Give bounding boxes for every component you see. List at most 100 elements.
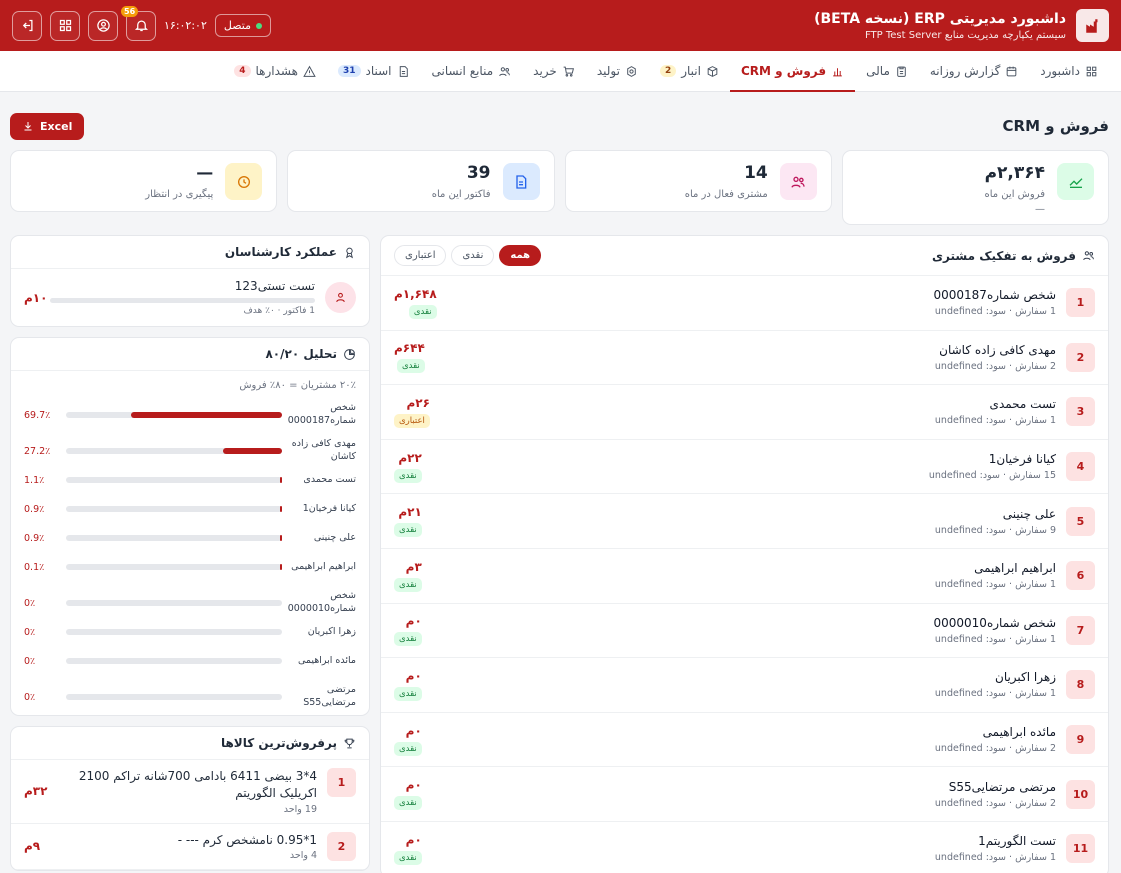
customer-meta: 2 سفارش · سود: undefined	[934, 743, 1056, 755]
tab-purchase[interactable]: خرید	[522, 51, 586, 91]
pareto-bar-fill	[279, 506, 282, 512]
tab-sales-crm[interactable]: فروش و CRM	[729, 51, 856, 92]
kpi-value: 39	[466, 163, 491, 183]
filter-all[interactable]: همه	[499, 245, 542, 266]
customer-row[interactable]: 8 زهرا اکبریان 1 سفارش · سود: undefined …	[381, 658, 1108, 713]
tab-label: فروش و CRM	[740, 64, 827, 78]
rank-badge: 6	[1066, 561, 1095, 591]
customer-row[interactable]: 6 ابراهیم ابراهیمی 1 سفارش · سود: undefi…	[381, 549, 1108, 604]
customer-row[interactable]: 11 تست الگوریتم1 1 سفارش · سود: undefine…	[381, 822, 1108, 873]
users-icon	[499, 66, 511, 76]
tab-production[interactable]: تولید	[586, 51, 649, 91]
pareto-customer-name: شخص شماره0000010	[287, 590, 356, 614]
customer-name: تست محمدی	[989, 397, 1056, 412]
user-icon	[336, 292, 345, 303]
apps-button[interactable]	[50, 10, 80, 41]
export-excel-button[interactable]: Excel	[10, 112, 85, 140]
expert-name: تست تستی123	[234, 279, 315, 293]
pareto-bar-fill	[279, 477, 282, 483]
expert-row[interactable]: تست تستی123 1 فاکتور · ۰٪ هدف ۱۰م	[11, 269, 369, 326]
customer-row[interactable]: 1 شخص شماره0000187 1 سفارش · سود: undefi…	[381, 276, 1108, 331]
customer-row[interactable]: 7 شخص شماره0000010 1 سفارش · سود: undefi…	[381, 604, 1108, 659]
pareto-percent: 69.7٪	[24, 409, 51, 421]
apps-grid-icon	[59, 19, 71, 32]
payment-type-tag: نقدی	[394, 577, 422, 592]
pareto-percent: 0٪	[24, 626, 36, 638]
pareto-customer-name: مهدی کافی زاده کاشان	[291, 438, 356, 462]
pareto-row: کیانا فرخیان1 0.9٪	[11, 491, 369, 527]
payment-type-tag: اعتباری	[394, 413, 430, 428]
expert-amount: ۱۰م	[24, 290, 48, 305]
filter-credit[interactable]: اعتباری	[394, 245, 447, 266]
customer-row[interactable]: 10 مرتضی مرتضاییS55 2 سفارش · سود: undef…	[381, 767, 1108, 822]
tab-documents[interactable]: اسناد 31	[327, 51, 421, 91]
tab-dashboard[interactable]: داشبورد	[1029, 51, 1109, 91]
pareto-bar-fill	[131, 412, 282, 418]
tab-hr[interactable]: منابع انسانی	[421, 51, 523, 91]
document-icon	[399, 65, 408, 77]
box-icon	[707, 65, 718, 77]
customer-amount: ۰م	[405, 723, 422, 738]
panel-title: فروش به تفکیک مشتری	[932, 249, 1095, 263]
product-amount: ۳۲م	[24, 784, 48, 799]
tab-daily-report[interactable]: گزارش روزانه	[919, 51, 1029, 91]
product-row[interactable]: 1 4*3 بیضی 6411 بادامی 700شانه تراکم 210…	[11, 760, 369, 824]
product-amount: ۹م	[24, 839, 41, 854]
panel-header: تحلیل ۸۰/۲۰	[11, 338, 369, 371]
payment-type-tag: نقدی	[394, 686, 422, 701]
users-icon	[779, 163, 817, 200]
panel-title-text: عملکرد کارشناسان	[224, 245, 337, 259]
kpi-value: 14	[744, 163, 768, 183]
tab-inventory[interactable]: انبار 2	[649, 51, 730, 91]
trend-up-icon	[1057, 163, 1094, 200]
customer-row[interactable]: 9 مائده ابراهیمی 2 سفارش · سود: undefine…	[381, 713, 1108, 768]
pareto-customer-name: مرتضی مرتضاییS55	[303, 684, 356, 708]
panel-title: عملکرد کارشناسان	[225, 245, 356, 259]
customer-name: ابراهیم ابراهیمی	[974, 561, 1056, 576]
pareto-list: شخص شماره0000187 69.7٪ مهدی کافی زاده کا…	[11, 397, 369, 715]
panel-title: پرفروش‌ترین کالاها	[221, 736, 356, 750]
users-icon	[1083, 251, 1094, 261]
customer-row[interactable]: 2 مهدی کافی زاده کاشان 2 سفارش · سود: un…	[381, 331, 1108, 386]
product-row[interactable]: 2 1*0.95 نامشخص کرم --- - 4 واحد ۹م	[11, 824, 369, 871]
customer-row[interactable]: 4 کیانا فرخیان1 15 سفارش · سود: undefine…	[381, 440, 1108, 495]
panel-title-text: فروش به تفکیک مشتری	[932, 248, 1076, 263]
product-name: 1*0.95 نامشخص کرم --- -	[177, 832, 317, 847]
customer-amount: ۰م	[405, 668, 422, 683]
pareto-percent: 0.1٪	[24, 561, 45, 573]
customer-amount: ۶۴۴م	[394, 341, 425, 356]
tab-label: هشدارها	[255, 64, 298, 78]
pareto-bar-fill	[279, 564, 282, 570]
top-bar: داشبورد مدیریتی ERP (نسخه BETA) سیستم یک…	[0, 0, 1121, 51]
rank-badge: 2	[1066, 342, 1095, 372]
tab-finance[interactable]: مالی	[855, 51, 919, 91]
avatar	[325, 282, 356, 313]
profile-button[interactable]	[88, 10, 118, 41]
page-title: فروش و CRM	[1002, 117, 1109, 135]
customer-meta: 1 سفارش · سود: undefined	[934, 852, 1056, 864]
customer-name: مائده ابراهیمی	[982, 725, 1056, 740]
expert-progress-bar	[50, 298, 315, 303]
customer-sales-panel: فروش به تفکیک مشتری اعتباری نقدی همه 1 ش…	[380, 235, 1109, 873]
tab-label: داشبورد	[1040, 64, 1080, 78]
tab-badge: 4	[234, 65, 251, 77]
pareto-percent: 0٪	[24, 597, 36, 609]
kpi-card-followups: — پیگیری در انتظار	[10, 150, 278, 212]
customer-row[interactable]: 3 تست محمدی 1 سفارش · سود: undefined ۲۶م…	[381, 385, 1108, 440]
filter-cash[interactable]: نقدی	[451, 245, 495, 266]
panel-title: تحلیل ۸۰/۲۰	[265, 347, 356, 361]
notifications-button[interactable]: 56	[121, 5, 156, 41]
rank-badge: 11	[1066, 834, 1095, 864]
customer-row[interactable]: 5 علی چنینی 9 سفارش · سود: undefined ۲۱م…	[381, 494, 1108, 549]
tab-alerts[interactable]: هشدارها 4	[223, 51, 327, 91]
pareto-bar	[66, 412, 282, 418]
pareto-percent: 27.2٪	[24, 445, 51, 457]
cart-icon	[563, 66, 574, 77]
pareto-customer-name: مائده ابراهیمی	[297, 654, 356, 666]
panel-header: فروش به تفکیک مشتری اعتباری نقدی همه	[381, 236, 1108, 276]
grid-icon	[1086, 66, 1097, 76]
customer-amount: ۱,۶۴۸م	[394, 286, 437, 301]
tab-badge: 2	[659, 65, 677, 77]
logout-button[interactable]	[12, 10, 42, 41]
pareto-percent: 0٪	[24, 655, 36, 667]
